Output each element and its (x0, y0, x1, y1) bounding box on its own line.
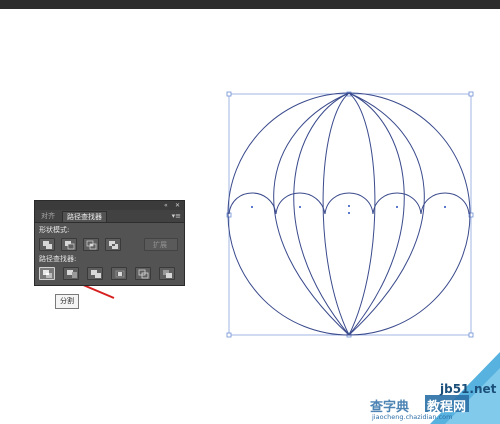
exclude-icon (109, 241, 118, 249)
trim-icon (67, 270, 77, 278)
intersect-button[interactable] (83, 238, 99, 251)
watermark-site-text: jb51.net (440, 382, 497, 396)
anchor-points (251, 205, 446, 214)
expand-button[interactable]: 扩展 (144, 238, 178, 251)
exclude-button[interactable] (105, 238, 121, 251)
close-icon[interactable]: ✕ (175, 201, 180, 210)
minus-back-icon (163, 270, 172, 278)
divide-icon (43, 270, 52, 278)
merge-icon (91, 270, 101, 278)
expand-button-label: 扩展 (153, 241, 167, 249)
panel-menu-icon[interactable]: ▾≡ (172, 211, 181, 222)
intersect-icon (86, 240, 97, 250)
shape-modes-label: 形状模式: (39, 226, 70, 234)
outline-icon (138, 269, 149, 279)
divide-tooltip: 分割 (55, 294, 79, 309)
divide-button[interactable] (39, 267, 55, 280)
crop-button[interactable] (111, 267, 127, 280)
double-chevron-icon[interactable]: « (164, 201, 168, 210)
watermark-url: jiaocheng.chazidian.com (372, 413, 453, 421)
panel-titlebar[interactable]: « ✕ (35, 201, 184, 210)
pathfinders-label: 路径查找器: (39, 255, 77, 263)
minus-back-button[interactable] (159, 267, 175, 280)
merge-button[interactable] (87, 267, 103, 280)
crop-icon (115, 270, 125, 278)
unite-button[interactable] (39, 238, 55, 251)
panel-tab-row: 对齐 路径查找器 ▾≡ (35, 210, 184, 223)
tab-align[interactable]: 对齐 (37, 211, 59, 222)
unite-icon (43, 241, 52, 249)
outline-button[interactable] (135, 267, 151, 280)
tab-pathfinder[interactable]: 路径查找器 (62, 211, 107, 222)
trim-button[interactable] (63, 267, 79, 280)
minus-front-button[interactable] (61, 238, 77, 251)
pathfinder-panel: « ✕ 对齐 路径查找器 ▾≡ 形状模式: 扩展 路径查找器: (34, 200, 185, 286)
minus-front-icon (65, 241, 75, 250)
